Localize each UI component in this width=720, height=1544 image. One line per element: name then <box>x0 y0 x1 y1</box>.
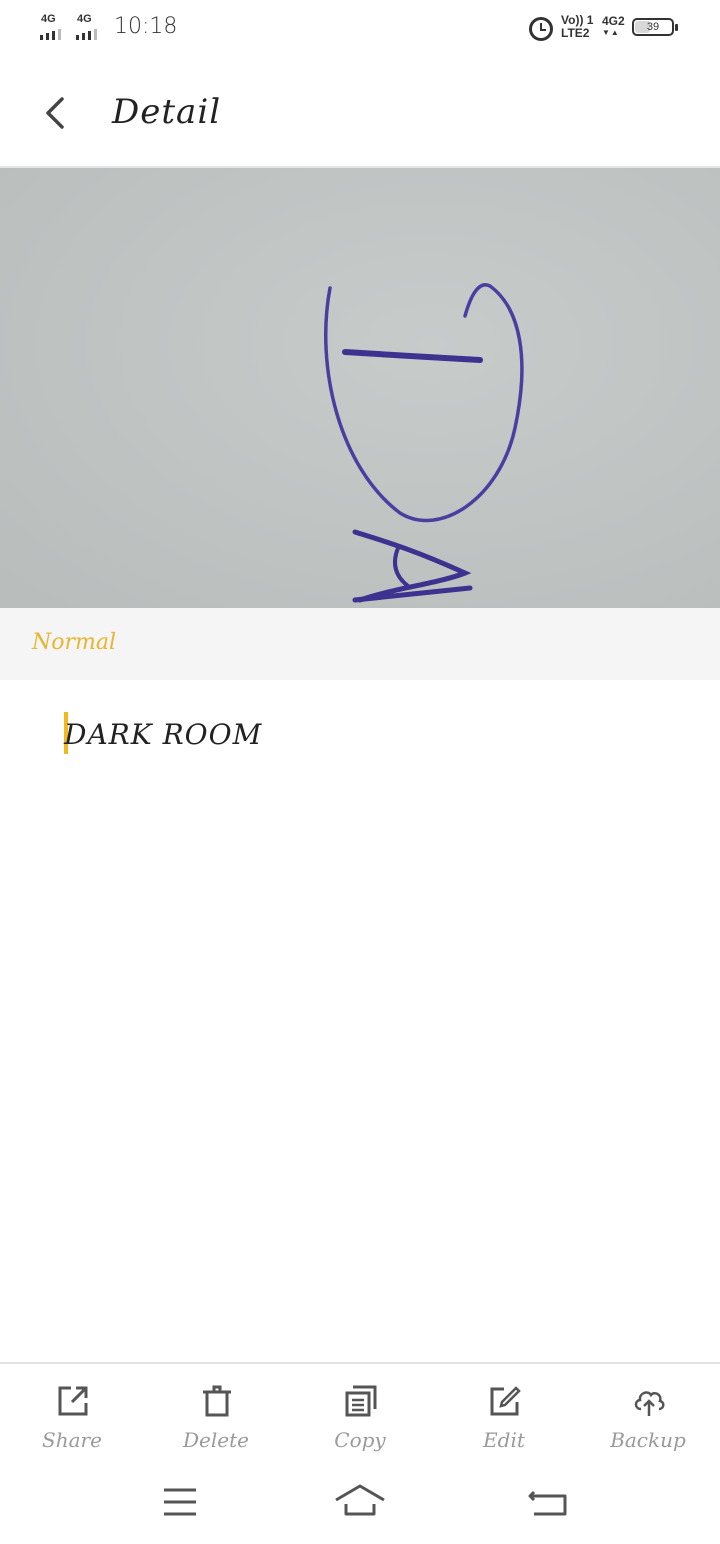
signal-icon <box>40 28 70 40</box>
back-arrow-icon <box>46 97 64 129</box>
recognized-text-area[interactable]: DARK ROOM <box>0 680 720 1362</box>
return-button[interactable] <box>518 1478 578 1522</box>
delete-label: Delete <box>183 1428 249 1452</box>
menu-icon <box>164 1488 196 1516</box>
recognition-mode-bar: Normal <box>0 608 720 680</box>
system-navigation-bar <box>0 1462 720 1544</box>
edit-label: Edit <box>483 1428 525 1452</box>
status-bar: 4G 4G 10:18 Vo)) 1 LTE2 4G2 ▼▲ 39 <box>0 0 720 56</box>
volte-indicator: Vo)) 1 LTE2 <box>561 14 593 40</box>
backup-button[interactable]: Backup <box>598 1382 698 1458</box>
sim2-data-label: 4G2 <box>602 14 625 28</box>
cloud-upload-icon <box>634 1391 665 1416</box>
edit-icon <box>490 1386 521 1416</box>
status-time: 10:18 <box>114 14 178 39</box>
home-button[interactable] <box>330 1478 390 1522</box>
mode-selector[interactable]: Normal <box>32 630 116 655</box>
return-icon <box>528 1490 567 1516</box>
recognized-text[interactable]: DARK ROOM <box>64 718 262 751</box>
bottom-toolbar: Share Delete Copy Edit Backup <box>0 1362 720 1464</box>
delete-icon <box>203 1385 231 1417</box>
alarm-icon <box>529 17 553 41</box>
battery-icon: 39 <box>632 18 678 36</box>
copy-icon <box>345 1385 377 1417</box>
share-label: Share <box>42 1428 102 1452</box>
scanned-image <box>0 168 720 608</box>
sim2-data-indicator: 4G2 ▼▲ <box>602 15 625 39</box>
copy-button[interactable]: Copy <box>310 1382 410 1458</box>
edit-button[interactable]: Edit <box>454 1382 554 1458</box>
backup-label: Backup <box>610 1428 686 1452</box>
copy-label: Copy <box>334 1428 386 1452</box>
share-icon <box>58 1386 88 1416</box>
share-button[interactable]: Share <box>22 1382 122 1458</box>
delete-button[interactable]: Delete <box>166 1382 266 1458</box>
data-activity-icon: ▼▲ <box>602 28 620 37</box>
volte-line2: LTE2 <box>561 26 590 40</box>
page-title: Detail <box>112 92 222 132</box>
handwriting-image <box>0 168 720 608</box>
app-header: Detail <box>0 56 720 168</box>
sim2-network-label: 4G <box>77 13 92 25</box>
battery-level-text: 39 <box>646 21 660 33</box>
home-icon <box>335 1484 385 1516</box>
menu-button[interactable] <box>150 1478 210 1522</box>
signal-icon <box>76 28 106 40</box>
back-button[interactable] <box>30 86 80 136</box>
sim1-network-label: 4G <box>41 13 56 25</box>
